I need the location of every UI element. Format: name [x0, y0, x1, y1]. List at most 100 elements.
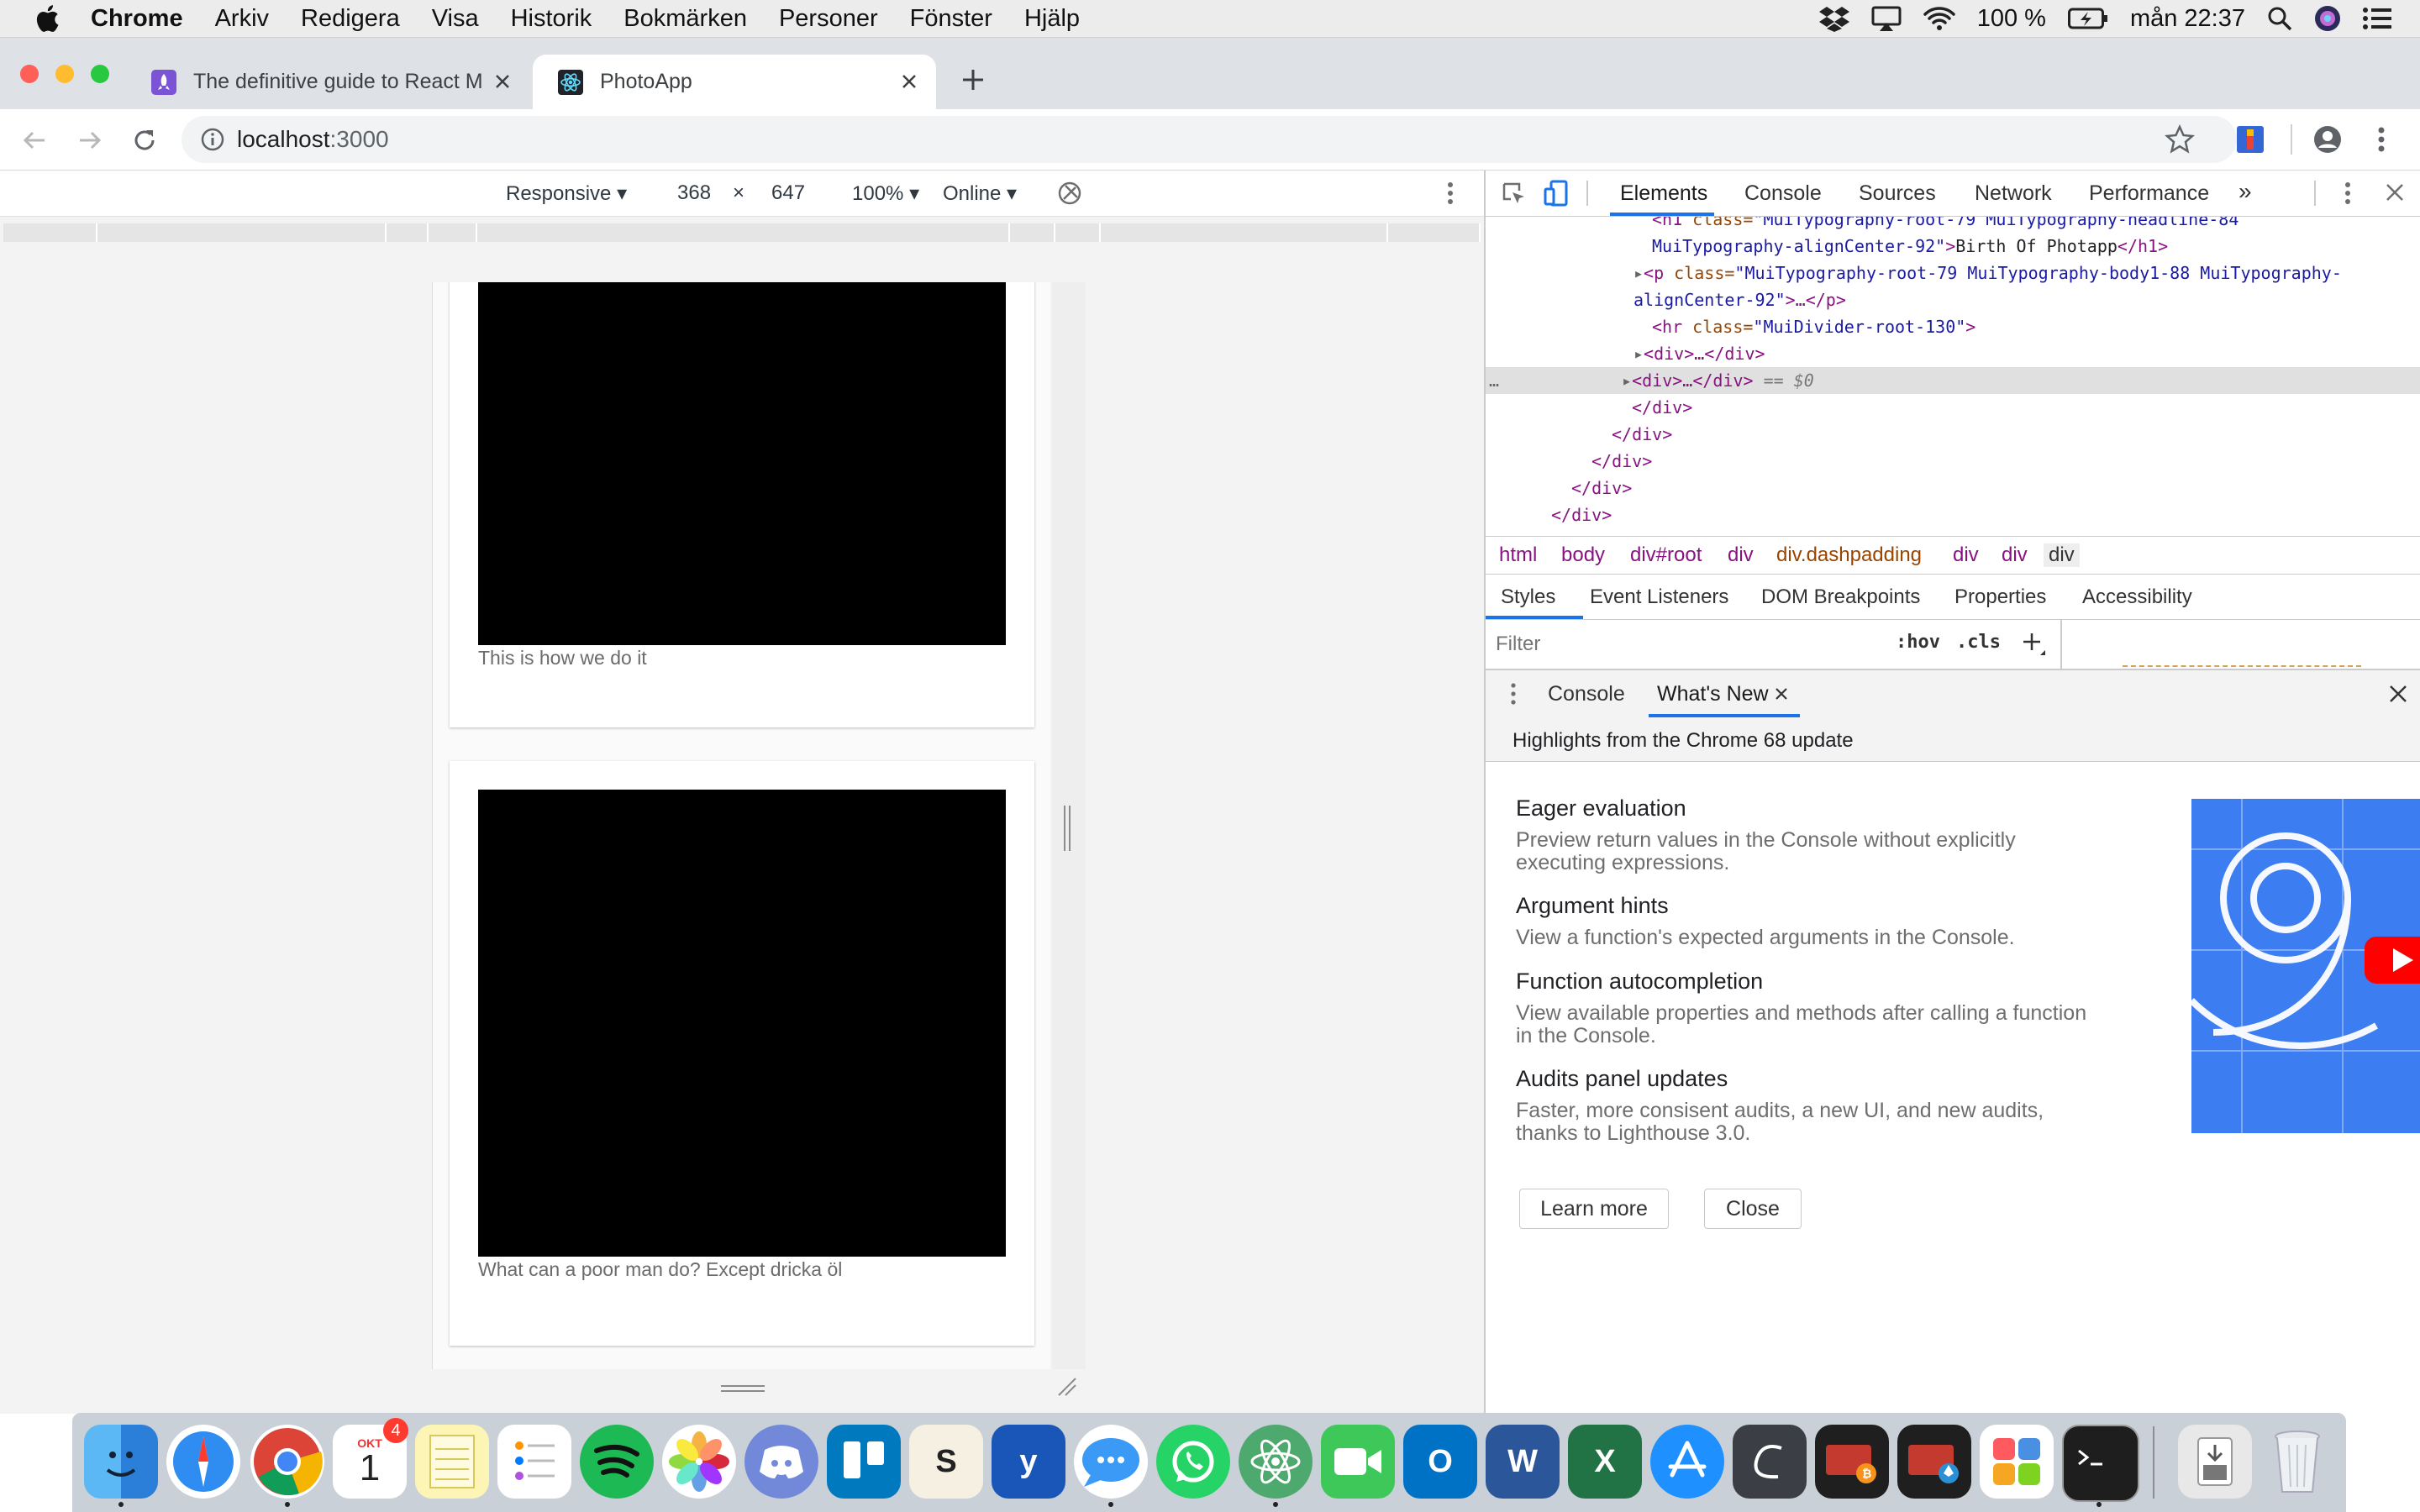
wallet-btc-icon[interactable]: ₿: [1815, 1425, 1889, 1499]
throttle-select[interactable]: Online ▾: [943, 181, 1017, 206]
breadcrumb-item[interactable]: div: [2002, 543, 2028, 567]
menu-personer[interactable]: Personer: [779, 5, 878, 33]
dom-node[interactable]: ▸<div>…</div>: [1486, 340, 2420, 367]
slides-icon[interactable]: S: [909, 1425, 983, 1499]
dropbox-icon[interactable]: [1818, 5, 1849, 32]
address-bar[interactable]: localhost:3000: [182, 116, 2237, 163]
word-icon[interactable]: W: [1486, 1425, 1560, 1499]
zoom-select[interactable]: 100% ▾: [852, 181, 919, 206]
outlook-icon[interactable]: O: [1403, 1425, 1477, 1499]
media-query-segment[interactable]: [429, 223, 477, 242]
dom-node[interactable]: alignCenter-92">…</p>: [1486, 286, 2420, 313]
notes-icon[interactable]: [415, 1425, 489, 1499]
dom-node[interactable]: </div>: [1486, 394, 2420, 421]
close-devtools-icon[interactable]: [2385, 182, 2405, 202]
battery-icon[interactable]: [2067, 8, 2108, 29]
media-query-segment[interactable]: [1101, 223, 1388, 242]
dom-node[interactable]: MuiTypography-alignCenter-92">Birth Of P…: [1486, 233, 2420, 260]
appstore-icon[interactable]: [1650, 1425, 1724, 1499]
media-query-segment[interactable]: [1388, 223, 1481, 242]
dom-node[interactable]: </div>: [1486, 448, 2420, 475]
spotlight-search-icon[interactable]: [2267, 6, 2292, 31]
dom-node[interactable]: <h1 class="MuiTypography-root-79 MuiTypo…: [1486, 217, 2420, 233]
class-toggle[interactable]: .cls: [1956, 632, 2001, 653]
discord-icon[interactable]: [744, 1425, 818, 1499]
tab-network[interactable]: Network: [1975, 181, 2052, 206]
dom-node-selected[interactable]: … ▸<div>…</div> == $0: [1486, 367, 2420, 394]
menu-bokmarken[interactable]: Bokmärken: [623, 5, 747, 33]
drawer-tab-whats-new[interactable]: What's New: [1657, 682, 1769, 706]
tab-styles[interactable]: Styles: [1501, 585, 1555, 609]
trello-icon[interactable]: [827, 1425, 901, 1499]
dom-node[interactable]: </div>: [1486, 421, 2420, 448]
hover-state-toggle[interactable]: :hov: [1896, 632, 1940, 653]
reload-icon[interactable]: [131, 127, 158, 154]
facetime-icon[interactable]: [1321, 1425, 1395, 1499]
airplay-icon[interactable]: [1871, 6, 1902, 31]
new-style-rule-icon[interactable]: [2020, 630, 2047, 657]
messages-icon[interactable]: [1074, 1425, 1148, 1499]
back-icon[interactable]: [22, 128, 47, 153]
inspect-element-icon[interactable]: [1501, 181, 1528, 207]
tab-sources[interactable]: Sources: [1859, 181, 1936, 206]
menu-visa[interactable]: Visa: [432, 5, 479, 33]
media-query-segment[interactable]: [477, 223, 1010, 242]
close-button[interactable]: Close: [1704, 1189, 1802, 1229]
finder-icon[interactable]: [84, 1425, 158, 1499]
reminders-icon[interactable]: [497, 1425, 571, 1499]
menu-clock[interactable]: mån 22:37: [2130, 5, 2245, 33]
forward-icon[interactable]: [77, 128, 103, 153]
downloads-icon[interactable]: [2178, 1425, 2252, 1499]
breadcrumb-item[interactable]: div: [1953, 543, 1979, 567]
safari-icon[interactable]: [166, 1425, 240, 1499]
wallet-eth-icon[interactable]: [1897, 1425, 1971, 1499]
bookmark-star-icon[interactable]: [2165, 124, 2195, 155]
trash-icon[interactable]: [2260, 1425, 2334, 1499]
resize-corner-icon[interactable]: [1057, 1377, 1077, 1397]
media-query-bar[interactable]: [0, 217, 1484, 244]
breadcrumb-item-selected[interactable]: div: [2044, 543, 2080, 567]
zoom-window-button[interactable]: [91, 65, 109, 83]
extension-icon[interactable]: [2235, 124, 2265, 155]
device-preset-select[interactable]: Responsive ▾: [506, 181, 627, 206]
media-query-segment[interactable]: [387, 223, 429, 242]
tab-elements[interactable]: Elements: [1620, 181, 1707, 206]
notification-center-icon[interactable]: [2363, 7, 2391, 30]
media-query-segment[interactable]: [1010, 223, 1055, 242]
chrome-68-video-thumbnail[interactable]: [2191, 799, 2420, 1133]
close-tab-icon[interactable]: [899, 71, 919, 92]
launchpad-icon[interactable]: [1980, 1425, 2054, 1499]
terminal-icon[interactable]: [2062, 1425, 2139, 1502]
dom-node[interactable]: ▸<p class="MuiTypography-root-79 MuiTypo…: [1486, 260, 2420, 286]
tab-dom-breakpoints[interactable]: DOM Breakpoints: [1761, 585, 1920, 609]
atom-icon[interactable]: [1239, 1425, 1313, 1499]
breadcrumb-item[interactable]: div#root: [1630, 543, 1702, 567]
menu-historik[interactable]: Historik: [511, 5, 592, 33]
breadcrumb-item[interactable]: div.dashpadding: [1776, 543, 1922, 567]
wifi-icon[interactable]: [1923, 6, 1955, 31]
dom-node[interactable]: </div>: [1486, 475, 2420, 501]
learn-more-button[interactable]: Learn more: [1519, 1189, 1669, 1229]
media-query-segment[interactable]: [97, 223, 387, 242]
photo-image[interactable]: [478, 282, 1006, 645]
media-query-segment[interactable]: [1055, 223, 1101, 242]
drawer-menu-icon[interactable]: [1509, 682, 1518, 706]
tab-react-guide[interactable]: The definitive guide to React M: [126, 55, 529, 109]
siri-icon[interactable]: [2314, 5, 2341, 32]
profile-avatar-icon[interactable]: [2312, 124, 2343, 155]
scrivener-icon[interactable]: [1733, 1425, 1807, 1499]
close-drawer-tab-icon[interactable]: [1775, 687, 1788, 701]
tab-performance[interactable]: Performance: [2089, 181, 2209, 206]
menu-fonster[interactable]: Fönster: [910, 5, 992, 33]
device-height-input[interactable]: 647: [771, 181, 805, 205]
menu-hjalp[interactable]: Hjälp: [1024, 5, 1080, 33]
close-window-button[interactable]: [20, 65, 39, 83]
tab-photoapp[interactable]: PhotoApp: [533, 55, 936, 109]
apple-icon[interactable]: [32, 3, 60, 34]
photo-image[interactable]: [478, 790, 1006, 1257]
breadcrumb-item[interactable]: body: [1561, 543, 1605, 567]
styles-filter-input[interactable]: [1494, 628, 1850, 660]
minimize-window-button[interactable]: [55, 65, 74, 83]
media-query-segment[interactable]: [3, 223, 97, 242]
tab-properties[interactable]: Properties: [1954, 585, 2046, 609]
